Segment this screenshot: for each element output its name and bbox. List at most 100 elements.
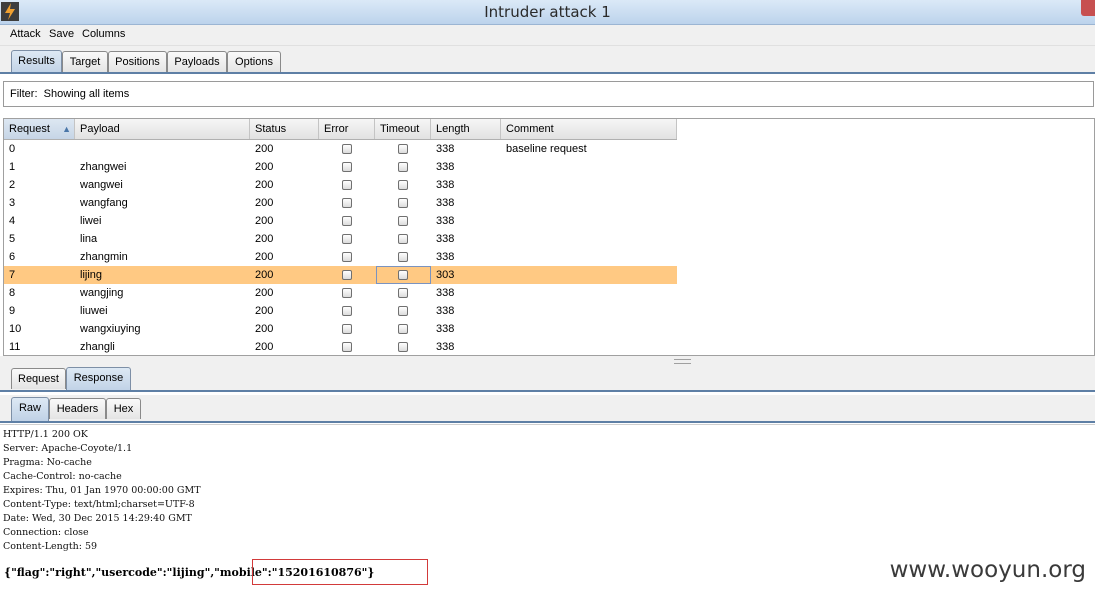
tab-target[interactable]: Target — [62, 51, 108, 72]
tab-options[interactable]: Options — [227, 51, 281, 72]
cell-length: 338 — [436, 251, 455, 263]
cell-request: 2 — [9, 179, 16, 191]
column-header-payload[interactable]: Payload — [75, 119, 250, 139]
close-window-button[interactable] — [1081, 0, 1095, 16]
title-bar: Intruder attack 1 — [0, 0, 1095, 25]
column-header-request[interactable]: Request ▲ — [4, 119, 75, 139]
timeout-checkbox[interactable] — [398, 270, 408, 280]
cell-length: 338 — [436, 215, 455, 227]
column-header-timeout[interactable]: Timeout — [375, 119, 431, 139]
timeout-checkbox[interactable] — [398, 198, 408, 208]
cell-payload: wangxiuying — [80, 323, 141, 335]
tab-raw[interactable]: Raw — [11, 397, 49, 421]
detail-tab-underline — [0, 390, 1095, 392]
response-header-line: Connection: close — [3, 527, 89, 538]
cell-status: 200 — [255, 161, 274, 173]
cell-comment: baseline request — [506, 143, 587, 155]
timeout-checkbox[interactable] — [398, 234, 408, 244]
cell-payload: zhangli — [80, 341, 115, 353]
response-header-line: Content-Length: 59 — [3, 541, 98, 552]
filter-bar[interactable]: Filter: Showing all items — [3, 81, 1094, 107]
timeout-checkbox[interactable] — [398, 144, 408, 154]
tab-positions[interactable]: Positions — [108, 51, 167, 72]
cell-status: 200 — [255, 323, 274, 335]
error-checkbox[interactable] — [342, 252, 352, 262]
error-checkbox[interactable] — [342, 144, 352, 154]
cell-length: 338 — [436, 179, 455, 191]
table-row[interactable]: 4 liwei 200 338 — [4, 212, 677, 230]
cell-length: 338 — [436, 287, 455, 299]
cell-status: 200 — [255, 179, 274, 191]
error-checkbox[interactable] — [342, 288, 352, 298]
column-header-error[interactable]: Error — [319, 119, 375, 139]
tab-headers[interactable]: Headers — [49, 398, 106, 419]
table-row[interactable]: 9 liuwei 200 338 — [4, 302, 677, 320]
error-checkbox[interactable] — [342, 342, 352, 352]
timeout-checkbox[interactable] — [398, 324, 408, 334]
error-checkbox[interactable] — [342, 324, 352, 334]
mobile-highlight-box — [252, 559, 428, 585]
results-table[interactable]: Request ▲ Payload Status Error Timeout Le… — [3, 118, 1095, 356]
sort-ascending-icon: ▲ — [62, 124, 71, 134]
error-checkbox[interactable] — [342, 198, 352, 208]
cell-request: 4 — [9, 215, 16, 227]
cell-comment — [501, 176, 677, 194]
table-row[interactable]: 8 wangjing 200 338 — [4, 284, 677, 302]
view-tab-underline — [0, 421, 1095, 423]
cell-length: 338 — [436, 143, 455, 155]
timeout-checkbox[interactable] — [398, 216, 408, 226]
timeout-checkbox[interactable] — [398, 252, 408, 262]
menu-columns[interactable]: Columns — [82, 28, 125, 40]
column-header-length[interactable]: Length — [431, 119, 501, 139]
cell-comment — [501, 194, 677, 212]
table-row[interactable]: 7 lijing 200 303 — [4, 266, 677, 284]
table-row[interactable]: 11 zhangli 200 338 — [4, 338, 677, 355]
table-row[interactable]: 2 wangwei 200 338 — [4, 176, 677, 194]
timeout-checkbox[interactable] — [398, 162, 408, 172]
cell-status: 200 — [255, 233, 274, 245]
column-header-status[interactable]: Status — [250, 119, 319, 139]
column-header-comment[interactable]: Comment — [501, 119, 677, 139]
error-checkbox[interactable] — [342, 216, 352, 226]
cell-payload: zhangmin — [80, 251, 128, 263]
table-row[interactable]: 3 wangfang 200 338 — [4, 194, 677, 212]
cell-length: 338 — [436, 161, 455, 173]
timeout-checkbox[interactable] — [398, 342, 408, 352]
table-row[interactable]: 6 zhangmin 200 338 — [4, 248, 677, 266]
timeout-checkbox[interactable] — [398, 306, 408, 316]
table-empty-area — [677, 119, 1094, 355]
cell-length: 338 — [436, 341, 455, 353]
error-checkbox[interactable] — [342, 270, 352, 280]
error-checkbox[interactable] — [342, 180, 352, 190]
table-row[interactable]: 1 zhangwei 200 338 — [4, 158, 677, 176]
table-row[interactable]: 5 lina 200 338 — [4, 230, 677, 248]
filter-text: Filter: Showing all items — [10, 88, 129, 100]
timeout-checkbox[interactable] — [398, 180, 408, 190]
cell-comment — [501, 320, 677, 338]
table-row[interactable]: 0 200 338 baseline request — [4, 140, 677, 158]
cell-length: 338 — [436, 233, 455, 245]
response-header-line: Pragma: No-cache — [3, 457, 92, 468]
tab-hex[interactable]: Hex — [106, 398, 141, 419]
cell-status: 200 — [255, 287, 274, 299]
tab-payloads[interactable]: Payloads — [167, 51, 227, 72]
tab-underline — [0, 72, 1095, 74]
cell-request: 9 — [9, 305, 16, 317]
pane-splitter[interactable] — [0, 356, 1095, 366]
error-checkbox[interactable] — [342, 162, 352, 172]
error-checkbox[interactable] — [342, 234, 352, 244]
error-checkbox[interactable] — [342, 306, 352, 316]
menu-attack[interactable]: Attack — [10, 28, 41, 40]
tab-request[interactable]: Request — [11, 368, 66, 389]
window-title: Intruder attack 1 — [484, 3, 611, 21]
splitter-grip-icon[interactable] — [674, 359, 691, 364]
timeout-checkbox[interactable] — [398, 288, 408, 298]
cell-comment — [501, 158, 677, 176]
tab-response[interactable]: Response — [66, 367, 131, 391]
tab-results[interactable]: Results — [11, 50, 62, 74]
menu-save[interactable]: Save — [49, 28, 74, 40]
response-header-line: Date: Wed, 30 Dec 2015 14:29:40 GMT — [3, 513, 192, 524]
table-row[interactable]: 10 wangxiuying 200 338 — [4, 320, 677, 338]
cell-payload: lijing — [80, 269, 103, 281]
cell-length: 338 — [436, 323, 455, 335]
